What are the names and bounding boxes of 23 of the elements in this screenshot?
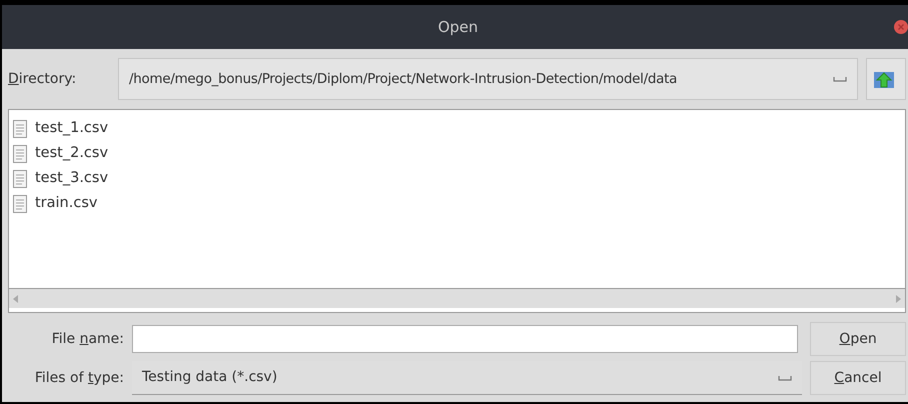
file-icon: [13, 170, 27, 188]
directory-label: Directory:: [8, 70, 78, 88]
file-item[interactable]: test_2.csv: [13, 141, 905, 166]
scroll-right-icon[interactable]: [896, 294, 901, 302]
up-folder-button[interactable]: [866, 58, 906, 100]
file-icon: [13, 144, 27, 162]
scroll-left-icon[interactable]: [13, 294, 18, 302]
file-name-field[interactable]: [132, 325, 798, 353]
dropdown-icon: [778, 374, 792, 380]
horizontal-scrollbar[interactable]: [9, 288, 905, 308]
directory-dropdown[interactable]: /home/mego_bonus/Projects/Diplom/Project/Network-Intrusion-Detection/model/data: [118, 58, 858, 100]
file-icon: [13, 120, 27, 138]
close-icon[interactable]: [894, 20, 908, 34]
dropdown-icon: [833, 76, 847, 82]
file-type-label: Files of type:: [34, 368, 124, 388]
file-name-label: File name:: [50, 330, 124, 348]
open-button[interactable]: Open: [810, 322, 906, 356]
file-item[interactable]: test_3.csv: [13, 166, 905, 191]
cancel-button[interactable]: Cancel: [810, 361, 906, 395]
window-title: Open: [438, 16, 478, 38]
file-item[interactable]: train.csv: [13, 191, 905, 216]
file-item[interactable]: test_1.csv: [13, 116, 905, 141]
file-icon: [13, 194, 27, 212]
